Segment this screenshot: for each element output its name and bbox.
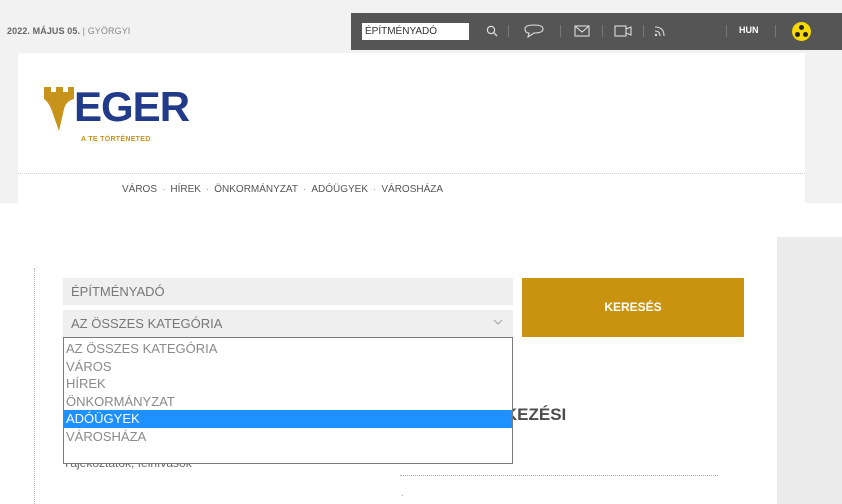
chevron-down-icon	[493, 310, 503, 337]
mail-icon[interactable]	[573, 22, 591, 40]
toolbar-divider	[726, 25, 727, 37]
date-display: 2022. MÁJUS 05. | GYÖRGYI	[7, 26, 130, 36]
search-icon[interactable]	[484, 22, 500, 40]
toolbar-divider	[602, 25, 603, 37]
dropdown-option-varos[interactable]: VÁROS	[64, 358, 512, 376]
article-divider	[400, 475, 718, 476]
dropdown-option-all[interactable]: AZ ÖSSZES KATEGÓRIA	[64, 340, 512, 358]
dropdown-option-onkormanyzat[interactable]: ÖNKORMÁNYZAT	[64, 393, 512, 411]
eger-logo[interactable]: EGER A TE TÖRTÉNETED	[44, 83, 204, 147]
category-select-value: AZ ÖSSZES KATEGÓRIA	[71, 316, 223, 331]
date-text: 2022. MÁJUS 05.	[7, 26, 81, 36]
top-search-input[interactable]: ÉPÍTMÉNYADÓ	[362, 23, 469, 40]
nav-item-varos[interactable]: VÁROS	[122, 184, 157, 195]
nav-separator: ·	[373, 184, 377, 195]
toolbar-divider	[508, 25, 509, 37]
toolbar-divider	[775, 25, 776, 37]
video-icon[interactable]	[613, 22, 633, 40]
castle-logo-icon	[44, 87, 74, 131]
right-sidebar	[777, 237, 842, 504]
chat-icon[interactable]	[521, 22, 547, 40]
toolbar-divider	[560, 25, 561, 37]
nav-item-onkormanyzat[interactable]: ÖNKORMÁNYZAT	[214, 184, 298, 195]
language-switch[interactable]: HUN	[739, 25, 759, 35]
nav-separator: ·	[162, 184, 166, 195]
toolbar-divider	[643, 25, 644, 37]
article-bullet: .	[401, 488, 404, 499]
left-divider	[34, 268, 35, 504]
search-button[interactable]: KERESÉS	[522, 278, 744, 337]
main-nav: VÁROS · HÍREK · ÖNKORMÁNYZAT · ADÓÜGYEK …	[122, 184, 443, 195]
dropdown-option-adougyek[interactable]: ADÓÜGYEK	[64, 410, 512, 428]
logo-title: EGER	[74, 83, 190, 130]
nav-item-hirek[interactable]: HÍREK	[170, 184, 201, 195]
accessibility-icon[interactable]	[792, 22, 811, 41]
section-gap	[0, 203, 842, 237]
dropdown-option-hirek[interactable]: HÍREK	[64, 375, 512, 393]
category-dropdown-list: AZ ÖSSZES KATEGÓRIA VÁROS HÍREK ÖNKORMÁN…	[63, 337, 513, 464]
dropdown-option-varoshaza[interactable]: VÁROSHÁZA	[64, 428, 512, 446]
nav-divider	[18, 173, 805, 174]
nav-separator: ·	[205, 184, 210, 195]
nameday-text: | GYÖRGYI	[82, 26, 131, 36]
nav-item-adougyek[interactable]: ADÓÜGYEK	[311, 184, 368, 195]
nav-separator: ·	[302, 184, 307, 195]
nav-item-varoshaza[interactable]: VÁROSHÁZA	[381, 184, 443, 195]
category-select[interactable]: AZ ÖSSZES KATEGÓRIA	[63, 310, 513, 337]
logo-subtitle: A TE TÖRTÉNETED	[81, 136, 151, 143]
rss-icon[interactable]	[653, 22, 667, 40]
search-input[interactable]: ÉPÍTMÉNYADÓ	[63, 278, 513, 305]
top-toolbar: ÉPÍTMÉNYADÓ HUN	[351, 13, 842, 50]
